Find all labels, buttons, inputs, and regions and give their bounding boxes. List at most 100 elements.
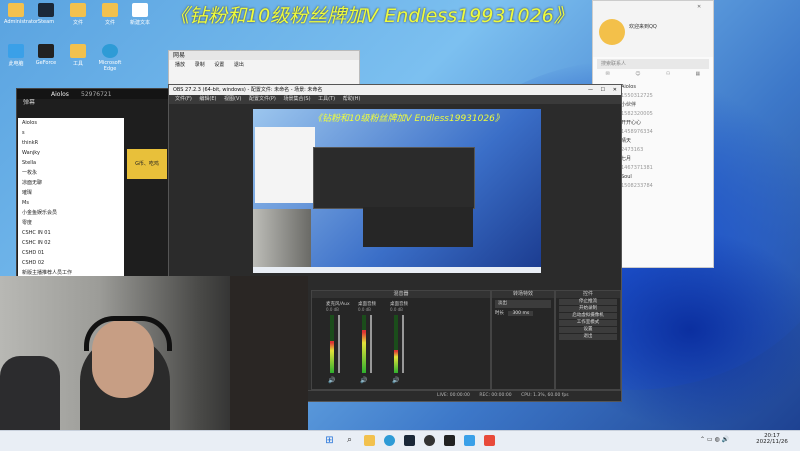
preview-mixer — [363, 207, 473, 247]
desktop-icon-folder[interactable]: 工具 — [66, 44, 90, 72]
meter-level — [394, 349, 398, 373]
volume-meter — [330, 315, 334, 373]
list-item[interactable]: CSHD 02 — [18, 258, 124, 268]
app-icon[interactable] — [484, 435, 495, 446]
panel-title: 混音器 — [312, 291, 490, 298]
search-input[interactable]: 搜索联系人 — [597, 59, 709, 69]
search-icon[interactable]: ⌕ — [344, 435, 355, 446]
exit-button[interactable]: 退出 — [559, 334, 617, 340]
volume-slider[interactable] — [370, 315, 372, 373]
desktop-icon-folder[interactable]: 文件 — [98, 3, 122, 31]
close-icon[interactable]: ✕ — [613, 85, 617, 95]
geforce-icon[interactable] — [444, 435, 455, 446]
audio-mixer-panel: 混音器 麦克风/Aux 桌面音频 桌面音频 0.0 dB 0.0 dB 0.0 … — [311, 290, 491, 390]
room-header: Aiolos 52976721 — [17, 89, 169, 99]
maximize-icon[interactable]: ☐ — [601, 85, 605, 95]
list-item[interactable]: Aiolos — [18, 118, 124, 128]
virtual-camera-button[interactable]: 启动虚拟摄像机 — [559, 313, 617, 319]
preview-chat — [255, 127, 315, 203]
speaker-icon[interactable]: 🔊 — [392, 377, 399, 384]
panel-title: 转场特效 — [492, 291, 554, 298]
list-item[interactable]: CSHD 01 — [18, 248, 124, 258]
speaker-icon[interactable]: 🔊 — [328, 377, 335, 384]
apps-icon[interactable]: ▦ — [696, 71, 701, 83]
volume-slider[interactable] — [402, 315, 404, 373]
list-item[interactable]: Ms — [18, 198, 124, 208]
steam-icon[interactable] — [404, 435, 415, 446]
desktop-icon-steam[interactable]: Steam — [34, 3, 58, 31]
list-item[interactable]: thinkR — [18, 138, 124, 148]
start-recording-button[interactable]: 开始录制 — [559, 306, 617, 312]
danmaku-header: 弹幕 — [23, 99, 36, 106]
group-icon[interactable]: ⚇ — [666, 71, 670, 83]
desktop-icon-pc[interactable]: 此电脑 — [4, 44, 28, 72]
avatar[interactable] — [599, 19, 625, 45]
channel-db: 0.0 dB — [358, 307, 371, 312]
volume-meter — [362, 315, 366, 373]
list-item[interactable]: Stella — [18, 158, 124, 168]
message-icon[interactable]: ✉ — [606, 71, 610, 83]
taskbar: ⊞ ⌕ ⌃ ▭ ◍ 🔊 20:17 2022/11/26 — [0, 430, 800, 451]
controls-panel: 控件 停止推流 开始录制 启动虚拟摄像机 工作室模式 设置 退出 — [555, 290, 621, 390]
windows-start-icon[interactable]: ⊞ — [324, 435, 335, 446]
preview-obs-nested — [313, 147, 475, 209]
obs-preview[interactable]: 《钻粉和10级粉丝牌加V Endless19931026》 — [253, 109, 541, 273]
list-item[interactable]: CSHC IN 02 — [18, 238, 124, 248]
list-item[interactable]: s — [18, 128, 124, 138]
window-title: 网易 — [169, 51, 359, 60]
rec-timer: REC: 00:00:00 — [479, 393, 512, 398]
close-icon[interactable]: ✕ — [697, 4, 701, 10]
edge-icon[interactable] — [384, 435, 395, 446]
list-item[interactable]: CSHC IN 01 — [18, 228, 124, 238]
obs-titlebar: OBS 27.2.3 (64-bit, windows) - 配置文件: 未命名… — [169, 85, 621, 95]
file-explorer-icon[interactable] — [364, 435, 375, 446]
channel-db: 0.0 dB — [326, 307, 339, 312]
meter-level — [362, 329, 366, 373]
list-item[interactable]: 一枚永 — [18, 168, 124, 178]
transition-select[interactable]: 淡出 — [495, 300, 551, 308]
desktop-icon-folder[interactable]: 文件 — [66, 3, 90, 31]
tray-icons[interactable]: ⌃ ▭ ◍ 🔊 — [700, 436, 729, 443]
qq-header: 欢迎来到QQ ✕ — [593, 1, 713, 57]
duration-row: 时长 300 ms — [495, 310, 551, 318]
transitions-panel: 转场特效 淡出 时长 300 ms — [491, 290, 555, 390]
qq-greeting: 欢迎来到QQ — [629, 24, 657, 30]
volume-slider[interactable] — [338, 315, 340, 373]
contacts-icon[interactable]: ☺ — [635, 71, 640, 83]
preview-taskbar — [253, 267, 541, 273]
list-item[interactable]: 璀璨 — [18, 188, 124, 198]
list-item[interactable]: 小金鱼娱乐会员 — [18, 208, 124, 218]
app-icon[interactable] — [464, 435, 475, 446]
stop-streaming-button[interactable]: 停止推流 — [559, 299, 617, 305]
live-timer: LIVE: 00:00:00 — [437, 393, 470, 398]
list-item[interactable]: 凉面无聊 — [18, 178, 124, 188]
headphones — [84, 316, 172, 351]
duration-input[interactable]: 300 ms — [508, 311, 534, 316]
preview-banner: 《钻粉和10级粉丝牌加V Endless19931026》 — [313, 114, 504, 124]
list-item[interactable]: Wanjky — [18, 148, 124, 158]
settings-button[interactable]: 设置 — [559, 327, 617, 333]
obs-icon[interactable] — [424, 435, 435, 446]
meter-level — [330, 341, 334, 373]
preview-webcam — [253, 209, 311, 269]
webcam-feed — [0, 276, 248, 450]
room-door — [230, 276, 308, 450]
speaker-icon[interactable]: 🔊 — [360, 377, 367, 384]
qq-tab-bar: ✉ ☺ ⚇ ▦ — [593, 71, 713, 83]
clock[interactable]: 20:17 2022/11/26 — [752, 433, 792, 445]
channel-db: 0.0 dB — [390, 307, 403, 312]
stream-tag: G币、吃鸡 — [127, 149, 167, 179]
obs-menubar: 文件(F) 编辑(E) 视图(V) 配置文件(P) 场景集合(S) 工具(T) … — [169, 95, 621, 104]
desktop-icon-geforce[interactable]: GeForce — [34, 44, 58, 72]
cpu-fps: CPU: 1.3%, 60.00 fps — [521, 393, 569, 398]
volume-meter — [394, 315, 398, 373]
list-item[interactable]: 零度 — [18, 218, 124, 228]
desktop-icon-document[interactable]: 新建文本 — [128, 3, 152, 31]
desktop-icon-folder[interactable]: Administrator — [4, 3, 38, 31]
desktop-icon-edge[interactable]: Microsoft Edge — [98, 44, 122, 72]
danmaku-list: Aiolos s thinkR Wanjky Stella 一枚永 凉面无聊 璀… — [18, 118, 124, 278]
studio-mode-button[interactable]: 工作室模式 — [559, 320, 617, 326]
panel-title: 控件 — [556, 291, 620, 298]
player-menu: 播放 录制 设置 退出 — [175, 62, 244, 68]
minimize-icon[interactable]: — — [588, 85, 593, 95]
